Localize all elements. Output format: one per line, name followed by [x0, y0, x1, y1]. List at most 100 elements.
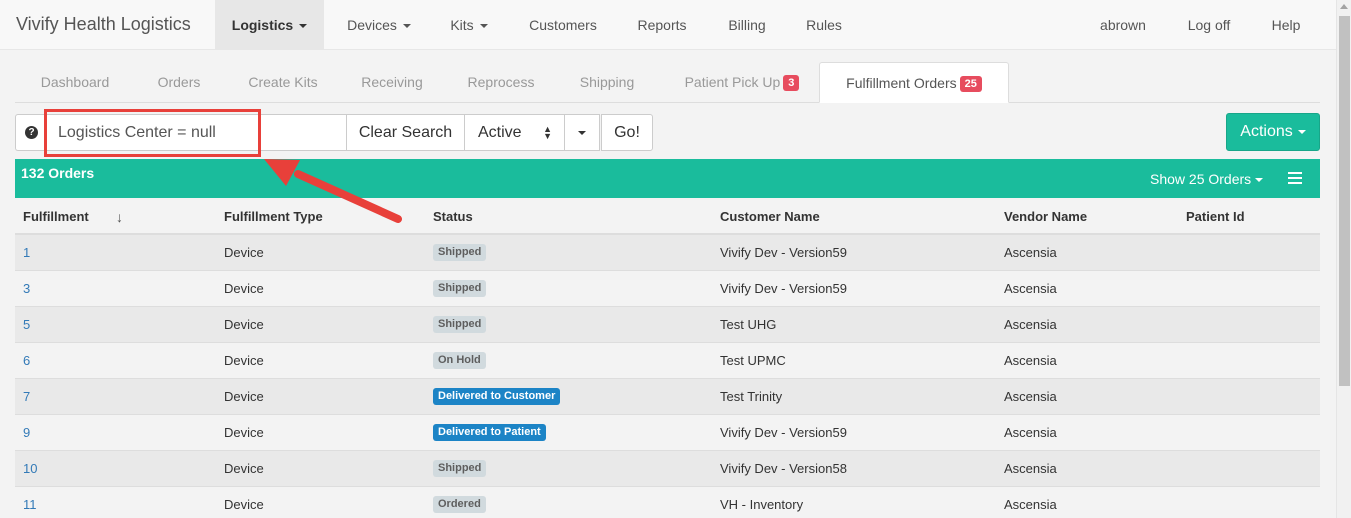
status-badge: Delivered to Customer	[433, 388, 561, 405]
chevron-down-icon	[578, 130, 586, 135]
clear-search-button[interactable]: Clear Search	[346, 114, 465, 151]
nav-devices[interactable]: Devices	[334, 0, 424, 49]
go-button[interactable]: Go!	[601, 114, 653, 151]
tab-fulfillment-orders-label: Fulfillment Orders	[846, 75, 957, 91]
customer-name-cell: Vivify Dev - Version58	[720, 461, 847, 476]
chevron-down-icon	[1255, 178, 1264, 183]
nav-billing[interactable]: Billing	[716, 0, 778, 49]
col-vendor-name[interactable]: Vendor Name	[1004, 209, 1087, 224]
chevron-down-icon	[402, 24, 411, 29]
top-navbar: Vivify Health Logistics Logistics Device…	[0, 0, 1336, 50]
nav-logoff[interactable]: Log off	[1177, 0, 1241, 49]
page-size-label: Show 25 Orders	[1150, 171, 1252, 187]
search-options-dropdown[interactable]	[564, 114, 600, 151]
nav-reports[interactable]: Reports	[626, 0, 698, 49]
fulfillment-type-cell: Device	[224, 461, 264, 476]
table-row: 7 Device Delivered to Customer Test Trinity…	[15, 379, 1320, 415]
fulfillment-id-link[interactable]: 11	[23, 497, 37, 512]
tab-fulfillment-orders[interactable]: Fulfillment Orders 25	[819, 62, 1009, 103]
status-badge: Shipped	[433, 316, 487, 333]
patient-pick-up-count-badge: 3	[783, 75, 800, 91]
customer-name-cell: VH - Inventory	[720, 497, 804, 512]
search-help-button[interactable]: ?	[15, 114, 45, 151]
nav-help[interactable]: Help	[1262, 0, 1310, 49]
fulfillment-id-link[interactable]: 7	[23, 389, 30, 404]
customer-name-cell: Test UPMC	[720, 353, 786, 368]
status-badge: On Hold	[433, 352, 486, 369]
fulfillment-type-cell: Device	[224, 245, 264, 260]
vendor-name-cell: Ascensia	[1004, 497, 1057, 512]
customer-name-cell: Vivify Dev - Version59	[720, 281, 847, 296]
vendor-name-cell: Ascensia	[1004, 461, 1057, 476]
tab-dashboard[interactable]: Dashboard	[27, 62, 123, 102]
scroll-thumb[interactable]	[1339, 16, 1350, 386]
tab-receiving[interactable]: Receiving	[349, 62, 435, 102]
nav-kits[interactable]: Kits	[437, 0, 501, 49]
table-row: 5 Device Shipped Test UHG Ascensia	[15, 307, 1320, 343]
chevron-down-icon	[299, 24, 308, 29]
logistics-tabs: Dashboard Orders Create Kits Receiving R…	[15, 62, 1320, 103]
col-customer-name[interactable]: Customer Name	[720, 209, 820, 224]
col-patient-id[interactable]: Patient Id	[1186, 209, 1245, 224]
status-badge: Shipped	[433, 280, 487, 297]
table-row: 9 Device Delivered to Patient Vivify Dev - …	[15, 415, 1320, 451]
tab-patient-pick-up-label: Patient Pick Up	[684, 74, 781, 90]
actions-button-label: Actions	[1240, 123, 1293, 140]
fulfillment-type-cell: Device	[224, 317, 264, 332]
table-row: 3 Device Shipped Vivify Dev - Version59 Asce…	[15, 271, 1320, 307]
fulfillment-type-cell: Device	[224, 497, 264, 512]
question-circle-icon: ?	[25, 126, 38, 139]
vendor-name-cell: Ascensia	[1004, 317, 1057, 332]
col-fulfillment-type[interactable]: Fulfillment Type	[224, 209, 323, 224]
vendor-name-cell: Ascensia	[1004, 425, 1057, 440]
tab-reprocess[interactable]: Reprocess	[455, 62, 547, 102]
fulfillment-type-cell: Device	[224, 281, 264, 296]
fulfillment-id-link[interactable]: 10	[23, 461, 37, 476]
table-row: 11 Device Ordered VH - Inventory Ascensia	[15, 487, 1320, 518]
nav-customers[interactable]: Customers	[516, 0, 610, 49]
fulfillment-id-link[interactable]: 6	[23, 353, 30, 368]
annotation-highlight-box	[44, 109, 261, 157]
table-row: 10 Device Shipped Vivify Dev - Version58 Asc…	[15, 451, 1320, 487]
tab-patient-pick-up[interactable]: Patient Pick Up 3	[667, 62, 817, 102]
table-row: 6 Device On Hold Test UPMC Ascensia	[15, 343, 1320, 379]
nav-kits-label: Kits	[450, 17, 474, 33]
tab-shipping[interactable]: Shipping	[567, 62, 647, 102]
fulfillment-id-link[interactable]: 1	[23, 245, 30, 260]
fulfillment-orders-count-badge: 25	[959, 76, 982, 92]
actions-button[interactable]: Actions	[1226, 113, 1320, 151]
sort-descending-icon[interactable]: ↓	[116, 209, 123, 225]
nav-devices-label: Devices	[347, 17, 397, 33]
customer-name-cell: Vivify Dev - Version59	[720, 425, 847, 440]
nav-logistics[interactable]: Logistics	[215, 0, 324, 49]
fulfillment-id-link[interactable]: 3	[23, 281, 30, 296]
nav-logistics-label: Logistics	[231, 17, 294, 33]
vertical-scrollbar[interactable]	[1336, 0, 1351, 518]
fulfillment-id-link[interactable]: 5	[23, 317, 30, 332]
customer-name-cell: Vivify Dev - Version59	[720, 245, 847, 260]
tab-orders[interactable]: Orders	[143, 62, 215, 102]
hamburger-menu-icon[interactable]	[1288, 172, 1302, 184]
orders-panel-header: 132 Orders Show 25 Orders	[15, 159, 1320, 198]
chevron-down-icon	[1297, 129, 1306, 134]
brand-title[interactable]: Vivify Health Logistics	[16, 14, 191, 35]
scroll-up-icon[interactable]	[1340, 4, 1348, 9]
table-row: 1 Device Shipped Vivify Dev - Version59 Asce…	[15, 235, 1320, 271]
vendor-name-cell: Ascensia	[1004, 389, 1057, 404]
nav-user[interactable]: abrown	[1088, 0, 1158, 49]
status-select-value: Active	[478, 124, 522, 141]
status-select[interactable]: Active ▲ ▼	[464, 114, 565, 151]
fulfillment-type-cell: Device	[224, 425, 264, 440]
chevron-down-icon	[479, 24, 488, 29]
customer-name-cell: Test Trinity	[720, 389, 783, 404]
fulfillment-id-link[interactable]: 9	[23, 425, 30, 440]
tab-create-kits[interactable]: Create Kits	[233, 62, 333, 102]
status-badge: Delivered to Patient	[433, 424, 546, 441]
col-fulfillment[interactable]: Fulfillment	[23, 209, 89, 224]
status-badge: Shipped	[433, 460, 487, 477]
vendor-name-cell: Ascensia	[1004, 353, 1057, 368]
nav-rules[interactable]: Rules	[796, 0, 852, 49]
col-status[interactable]: Status	[433, 209, 473, 224]
fulfillment-type-cell: Device	[224, 353, 264, 368]
page-size-dropdown[interactable]: Show 25 Orders	[1150, 171, 1264, 187]
